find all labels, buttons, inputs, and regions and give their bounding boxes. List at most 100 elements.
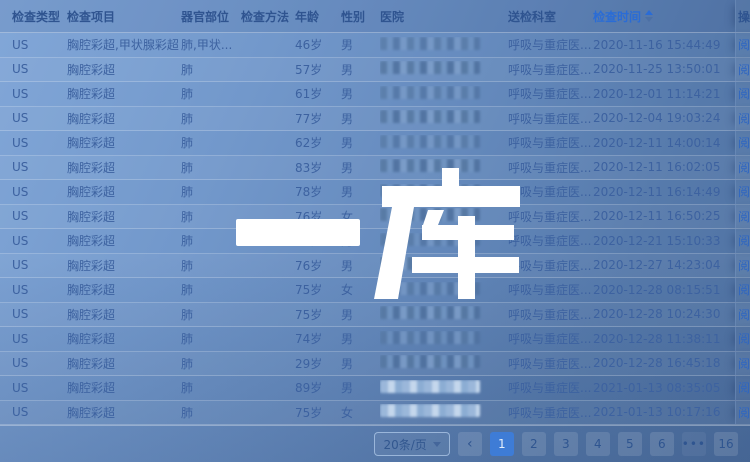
view-images-link[interactable]: 阅片 <box>738 379 750 396</box>
view-images-link[interactable]: 阅片 <box>738 110 750 127</box>
action-cell: 阅片 <box>735 33 750 57</box>
dept-cell: 呼吸与重症医... <box>508 232 593 249</box>
hospital-redacted-block <box>380 331 480 344</box>
column-header-exam-time[interactable]: 检查时间 <box>593 8 735 25</box>
page-size-label: 20条/页 <box>383 436 426 453</box>
exam-item-cell: 胸腔彩超,甲状腺彩超 <box>67 36 181 53</box>
dept-cell: 呼吸与重症医... <box>508 36 593 53</box>
hospital-cell <box>380 159 508 175</box>
table-row: US 胸腔彩超 肺 61岁 男 呼吸与重症医... 2020-12-01 11:… <box>0 82 750 107</box>
view-images-link[interactable]: 阅片 <box>738 281 750 298</box>
exam-type-cell: US <box>12 136 67 150</box>
organ-cell: 肺 <box>181 281 241 298</box>
column-header-gender: 性别 <box>341 8 380 25</box>
hospital-cell <box>380 355 508 371</box>
organ-cell: 肺 <box>181 134 241 151</box>
hospital-cell <box>380 306 508 322</box>
age-cell: 76岁 <box>295 208 341 225</box>
view-images-link[interactable]: 阅片 <box>738 36 750 53</box>
exam-time-cell: 2020-12-11 16:50:25 <box>593 209 735 223</box>
exam-item-cell: 胸腔彩超 <box>67 355 181 372</box>
view-images-link[interactable]: 阅片 <box>738 257 750 274</box>
organ-cell: 肺 <box>181 232 241 249</box>
exam-type-cell: US <box>12 160 67 174</box>
table-row: US 胸腔彩超 肺 78岁 男 呼吸与重症医... 2020-12-11 16:… <box>0 180 750 205</box>
table-row: US 胸腔彩超 肺 75岁 女 呼吸与重症医... 2020-12-28 08:… <box>0 278 750 303</box>
page-number-button[interactable]: 4 <box>586 432 610 456</box>
age-cell: 89岁 <box>295 379 341 396</box>
exam-item-cell: 胸腔彩超 <box>67 110 181 127</box>
action-cell: 阅片 <box>735 58 750 82</box>
table-row: US 胸腔彩超 肺 76岁 女 呼吸与重症医... 2020-12-11 16:… <box>0 205 750 230</box>
table-row: US 胸腔彩超 肺 66岁 男 呼吸与重症医... 2020-12-21 15:… <box>0 229 750 254</box>
exam-time-cell: 2020-12-11 16:02:05 <box>593 160 735 174</box>
last-page-button[interactable]: 16 <box>714 432 738 456</box>
exam-type-cell: US <box>12 38 67 52</box>
action-cell: 阅片 <box>735 401 750 425</box>
view-images-link[interactable]: 阅片 <box>738 330 750 347</box>
hospital-redacted-block <box>380 233 480 246</box>
hospital-redacted-block <box>380 86 480 99</box>
view-images-link[interactable]: 阅片 <box>738 232 750 249</box>
exam-item-cell: 胸腔彩超 <box>67 134 181 151</box>
dept-cell: 呼吸与重症医... <box>508 355 593 372</box>
hospital-redacted-block <box>380 404 480 417</box>
more-pages-button[interactable]: ••• <box>682 432 706 456</box>
exam-time-cell: 2020-12-21 15:10:33 <box>593 234 735 248</box>
view-images-link[interactable]: 阅片 <box>738 85 750 102</box>
page-size-select[interactable]: 20条/页 <box>374 432 449 456</box>
exam-time-cell: 2020-12-01 11:14:21 <box>593 87 735 101</box>
dept-cell: 呼吸与重症医... <box>508 379 593 396</box>
table-row: US 胸腔彩超 肺 75岁 男 呼吸与重症医... 2020-12-28 10:… <box>0 303 750 328</box>
exam-time-cell: 2020-12-28 16:45:18 <box>593 356 735 370</box>
view-images-link[interactable]: 阅片 <box>738 355 750 372</box>
exam-item-cell: 胸腔彩超 <box>67 306 181 323</box>
gender-cell: 男 <box>341 85 380 102</box>
page-number-button[interactable]: 1 <box>490 432 514 456</box>
hospital-cell <box>380 110 508 126</box>
action-cell: 阅片 <box>735 303 750 327</box>
action-cell: 阅片 <box>735 278 750 302</box>
organ-cell: 肺 <box>181 183 241 200</box>
action-cell: 阅片 <box>735 352 750 376</box>
organ-cell: 肺 <box>181 330 241 347</box>
view-images-link[interactable]: 阅片 <box>738 183 750 200</box>
hospital-cell <box>380 233 508 249</box>
age-cell: 61岁 <box>295 85 341 102</box>
age-cell: 74岁 <box>295 330 341 347</box>
table-row: US 胸腔彩超,甲状腺彩超 肺,甲状... 46岁 男 呼吸与重症医... 20… <box>0 33 750 58</box>
hospital-cell <box>380 208 508 224</box>
view-images-link[interactable]: 阅片 <box>738 208 750 225</box>
gender-cell: 女 <box>341 404 380 421</box>
gender-cell: 女 <box>341 281 380 298</box>
page-number-button[interactable]: 3 <box>554 432 578 456</box>
exam-type-cell: US <box>12 209 67 223</box>
page-number-button[interactable]: 6 <box>650 432 674 456</box>
action-cell: 阅片 <box>735 327 750 351</box>
age-cell: 75岁 <box>295 404 341 421</box>
exam-time-cell: 2020-12-28 10:24:30 <box>593 307 735 321</box>
dept-cell: 呼吸与重症医... <box>508 159 593 176</box>
table-header-row: 检查类型 检查项目 器官部位 检查方法 年龄 性别 医院 送检科室 检查时间 操… <box>0 0 750 33</box>
page-number-button[interactable]: 5 <box>618 432 642 456</box>
exam-type-cell: US <box>12 258 67 272</box>
action-cell: 阅片 <box>735 180 750 204</box>
view-images-link[interactable]: 阅片 <box>738 306 750 323</box>
dept-cell: 呼吸与重症医... <box>508 208 593 225</box>
column-header-hospital: 医院 <box>380 8 508 25</box>
page-number-button[interactable]: 2 <box>522 432 546 456</box>
exam-type-cell: US <box>12 87 67 101</box>
hospital-cell <box>380 61 508 77</box>
action-cell: 阅片 <box>735 82 750 106</box>
sort-ascending-icon[interactable] <box>645 10 653 22</box>
hospital-redacted-block <box>380 380 480 393</box>
view-images-link[interactable]: 阅片 <box>738 159 750 176</box>
view-images-link[interactable]: 阅片 <box>738 61 750 78</box>
view-images-link[interactable]: 阅片 <box>738 404 750 421</box>
table-row: US 胸腔彩超 肺 74岁 男 呼吸与重症医... 2020-12-28 11:… <box>0 327 750 352</box>
prev-page-button[interactable]: ‹ <box>458 432 482 456</box>
exam-type-cell: US <box>12 185 67 199</box>
chevron-down-icon <box>433 442 441 447</box>
view-images-link[interactable]: 阅片 <box>738 134 750 151</box>
hospital-redacted-block <box>380 110 480 123</box>
